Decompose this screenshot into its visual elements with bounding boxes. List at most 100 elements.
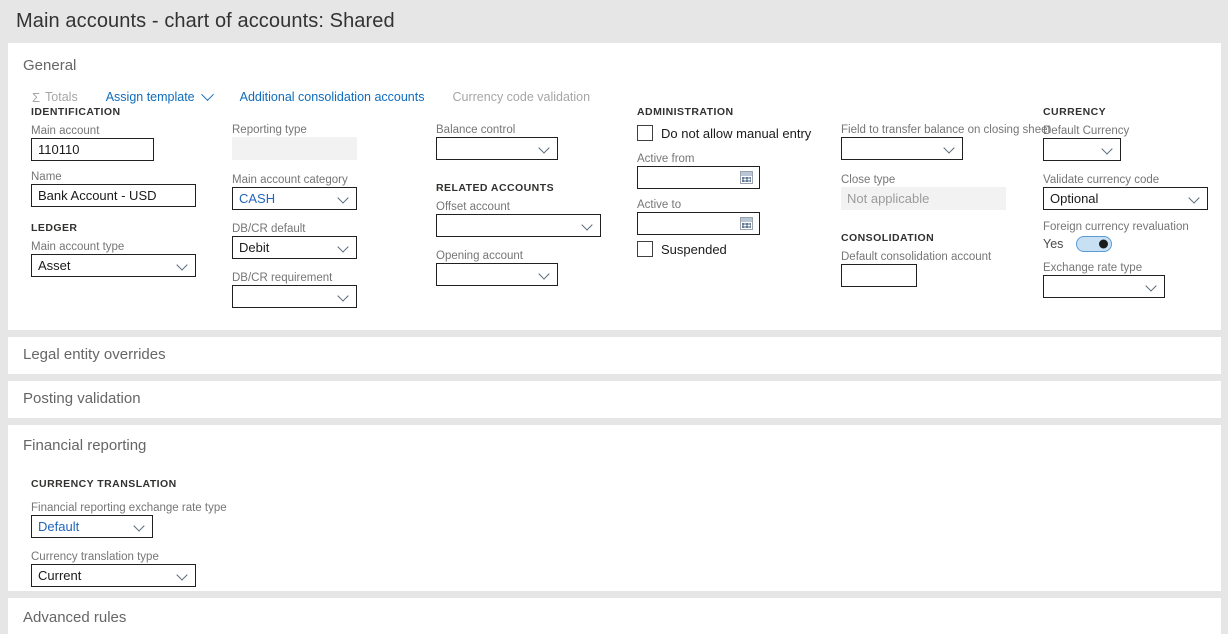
column-related-accounts: Balance control RELATED ACCOUNTS Offset … [436,106,636,296]
do-not-allow-manual-entry-row[interactable]: Do not allow manual entry [637,125,837,141]
main-account-type-dropdown[interactable]: Asset [31,254,196,277]
posting-validation-section[interactable]: Posting validation [8,381,1221,418]
chevron-down-icon [338,291,349,302]
currency-translation-type-dropdown[interactable]: Current [31,564,196,587]
chevron-down-icon [1189,193,1200,204]
field-transfer-balance: Field to transfer balance on closing she… [841,124,1051,160]
command-bar: Σ Totals Assign template Additional cons… [8,74,1221,106]
column-consolidation: Field to transfer balance on closing she… [841,106,1051,297]
chevron-down-icon [539,143,550,154]
totals-button[interactable]: Σ Totals [32,88,88,106]
reporting-type-label: Reporting type [232,124,307,136]
field-default-consolidation-account: Default consolidation account [841,251,1041,287]
chevron-down-icon [1146,281,1157,292]
column-administration: ADMINISTRATION Do not allow manual entry… [637,106,837,269]
opening-account-dropdown[interactable] [436,263,558,286]
posting-validation-header[interactable]: Posting validation [8,381,1221,407]
field-active-to: Active to [637,199,837,235]
dbcr-requirement-dropdown[interactable] [232,285,357,308]
active-from-label: Active from [637,153,695,165]
validate-currency-code-dropdown[interactable]: Optional [1043,187,1208,210]
field-main-account-type: Main account type Asset [31,241,206,277]
advanced-rules-header[interactable]: Advanced rules [8,598,1221,626]
column-reporting: Reporting type Main account category CAS… [232,106,412,318]
dbcr-default-dropdown[interactable]: Debit [232,236,357,259]
suspended-checkbox[interactable] [637,241,653,257]
assign-template-button[interactable]: Assign template [105,87,222,106]
column-currency: CURRENCY Default Currency Validate curre… [1043,106,1223,308]
field-default-currency: Default Currency [1043,125,1223,161]
foreign-currency-revaluation-toggle[interactable] [1076,236,1113,252]
foreign-currency-revaluation-row[interactable]: Yes [1043,236,1223,252]
active-from-input[interactable] [637,166,760,189]
offset-account-dropdown[interactable] [436,214,601,237]
field-main-account: Main account 110110 [31,125,206,161]
group-currency: CURRENCY [1043,106,1107,118]
active-to-label: Active to [637,199,682,211]
exchange-rate-type-label: Exchange rate type [1043,262,1143,274]
active-to-input[interactable] [637,212,760,235]
sigma-icon: Σ [32,89,41,105]
field-balance-control: Balance control [436,124,636,160]
field-fr-exchange-rate-type: Financial reporting exchange rate type D… [31,502,1221,538]
field-reporting-type: Reporting type [232,124,412,160]
legal-entity-overrides-section[interactable]: Legal entity overrides [8,337,1221,374]
page-title: Main accounts - chart of accounts: Share… [0,0,1228,43]
chevron-down-icon [338,242,349,253]
exchange-rate-type-dropdown[interactable] [1043,275,1165,298]
do-not-allow-manual-entry-label: Do not allow manual entry [661,125,812,141]
currency-code-validation-label: Currency code validation [452,90,591,104]
group-currency-translation: CURRENCY TRANSLATION [31,478,177,490]
fr-exchange-rate-type-dropdown[interactable]: Default [31,515,153,538]
name-label: Name [31,171,62,183]
do-not-allow-manual-entry-checkbox[interactable] [637,125,653,141]
general-section: General Σ Totals Assign template Additio… [8,43,1221,330]
main-account-value: 110110 [38,142,80,157]
default-consolidation-account-input[interactable] [841,264,917,287]
default-consolidation-account-label: Default consolidation account [841,251,992,263]
main-account-input[interactable]: 110110 [31,138,154,161]
name-input[interactable]: Bank Account - USD [31,184,196,207]
main-account-category-dropdown[interactable]: CASH [232,187,357,210]
field-close-type: Close type Not applicable [841,174,1041,210]
offset-account-label: Offset account [436,201,510,213]
main-account-type-label: Main account type [31,241,125,253]
group-related-accounts: RELATED ACCOUNTS [436,182,555,194]
default-currency-dropdown[interactable] [1043,138,1121,161]
general-form-grid: IDENTIFICATION Main account 110110 Name … [8,106,1223,308]
chevron-down-icon [177,570,188,581]
field-offset-account: Offset account [436,201,636,237]
group-consolidation: CONSOLIDATION [841,232,935,244]
foreign-currency-revaluation-label: Foreign currency revaluation [1043,221,1189,233]
chevron-down-icon [338,193,349,204]
default-currency-label: Default Currency [1043,125,1130,137]
close-type-value: Not applicable [847,191,930,206]
balance-control-dropdown[interactable] [436,137,558,160]
general-section-header[interactable]: General [8,43,1221,74]
reporting-type-input [232,137,357,160]
currency-code-validation-button[interactable]: Currency code validation [453,88,601,106]
chevron-down-icon [177,260,188,271]
calendar-icon[interactable] [740,217,753,230]
opening-account-label: Opening account [436,250,523,262]
legal-entity-overrides-header[interactable]: Legal entity overrides [8,337,1221,363]
column-identification: IDENTIFICATION Main account 110110 Name … [31,106,206,287]
chevron-down-icon [1102,144,1113,155]
assign-template-label: Assign template [105,90,195,104]
group-identification: IDENTIFICATION [31,106,121,118]
field-currency-translation-type: Currency translation type Current [31,551,1221,587]
field-dbcr-requirement: DB/CR requirement [232,272,412,308]
advanced-rules-section[interactable]: Advanced rules [8,598,1221,634]
totals-label: Totals [45,90,78,104]
financial-reporting-header[interactable]: Financial reporting [8,425,1221,454]
dbcr-default-value: Debit [239,240,270,255]
fr-exchange-rate-type-value: Default [38,519,80,534]
chevron-down-icon [539,269,550,280]
transfer-balance-dropdown[interactable] [841,137,963,160]
group-ledger: LEDGER [31,222,78,234]
name-value: Bank Account - USD [38,188,157,203]
balance-control-label: Balance control [436,124,516,136]
additional-consolidation-accounts-button[interactable]: Additional consolidation accounts [240,88,435,106]
calendar-icon[interactable] [740,171,753,184]
suspended-row[interactable]: Suspended [637,241,837,257]
